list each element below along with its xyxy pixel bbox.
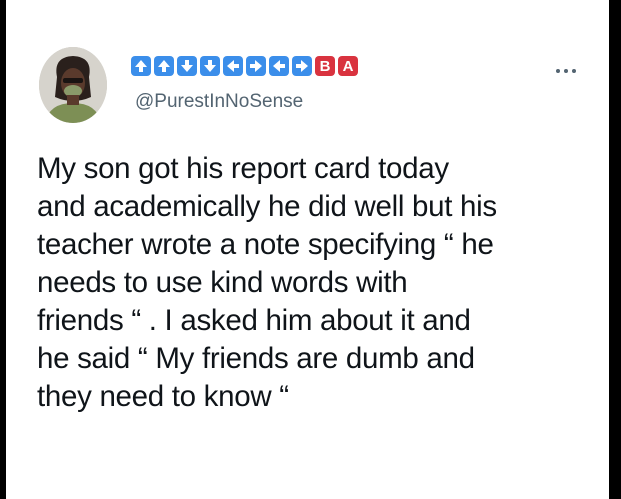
tweet-card: B A @PurestInNoSense My son got his repo… — [6, 0, 609, 499]
avatar-image — [39, 47, 107, 123]
arrow-up-icon — [131, 56, 151, 76]
arrow-up-icon — [154, 56, 174, 76]
arrow-down-icon — [200, 56, 220, 76]
arrow-left-icon — [269, 56, 289, 76]
more-options-icon[interactable] — [556, 69, 576, 73]
tweet-text-line: he said “ My friends are dumb and — [37, 342, 475, 375]
tweet-text: My son got his report card today and aca… — [37, 150, 592, 416]
arrow-left-icon — [223, 56, 243, 76]
arrow-right-icon — [246, 56, 266, 76]
arrow-down-icon — [177, 56, 197, 76]
tweet-text-line: needs to use kind words with — [37, 266, 408, 299]
tweet-text-line: My son got his report card today — [37, 152, 449, 185]
tweet-text-line: and academically he did well but his — [37, 190, 497, 223]
tweet-text-line: friends “ . I asked him about it and — [37, 304, 471, 337]
letter-b-key: B — [315, 56, 335, 76]
arrow-right-icon — [292, 56, 312, 76]
tweet-text-line: they need to know “ — [37, 380, 289, 413]
tweet-text-line: teacher wrote a note specifying “ he — [37, 228, 494, 261]
letter-a-key: A — [338, 56, 358, 76]
user-handle[interactable]: @PurestInNoSense — [135, 91, 303, 113]
display-name-emoji-row: B A — [131, 56, 358, 82]
avatar[interactable] — [39, 47, 107, 123]
